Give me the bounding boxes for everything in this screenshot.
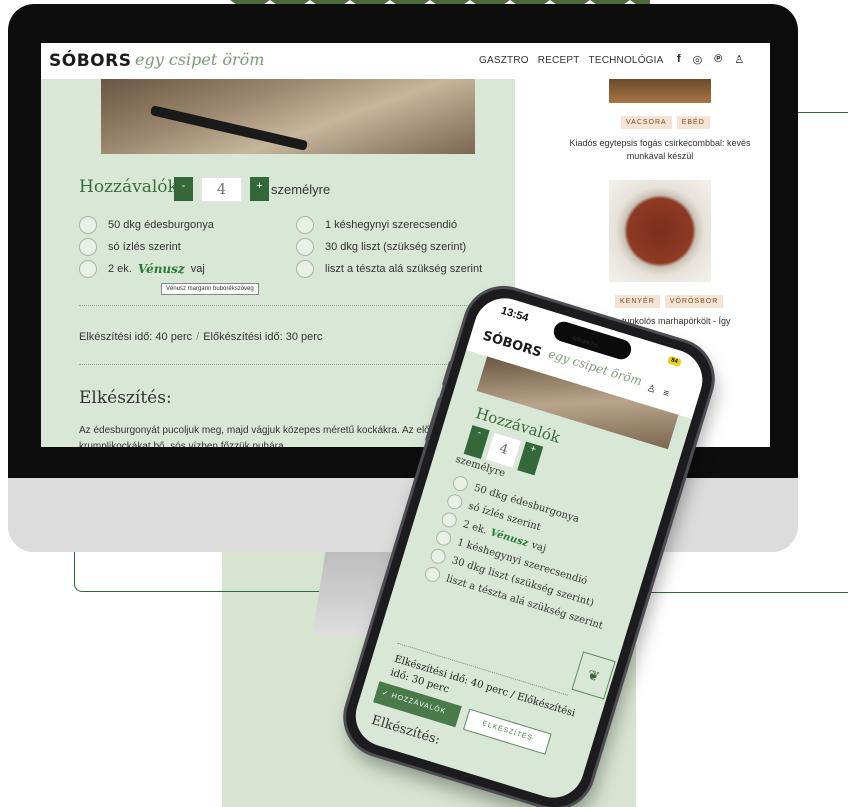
user-icon[interactable]: ♙ <box>645 383 657 396</box>
ingredient-item[interactable]: 50 dkg édesburgonya <box>79 216 214 234</box>
recommendation-title[interactable]: Kiadós egytepsis fogás csirkecombbal: ke… <box>560 137 760 163</box>
ingredient-label: 50 dkg édesburgonya <box>108 219 214 231</box>
facebook-icon[interactable]: f <box>677 53 681 66</box>
social-icons: f ◎ ℗ ♙ <box>677 53 744 66</box>
ingredient-checkbox[interactable] <box>296 260 314 278</box>
site-logo[interactable]: SÓBORS <box>49 51 131 71</box>
decorative-line <box>640 592 848 593</box>
broccoli-icon[interactable]: ❦ <box>571 651 616 700</box>
nav-link-technologia[interactable]: TECHNOLÓGIA <box>589 55 664 66</box>
tag[interactable]: KENYÉR <box>615 295 660 308</box>
user-icon[interactable]: ♙ <box>734 53 744 66</box>
ingredient-label: 30 dkg liszt (szükség szerint) <box>325 241 467 253</box>
ingredients-heading: Hozzávalók <box>79 177 178 197</box>
ingredient-label: 1 késhegynyi szerecsendió <box>325 219 458 231</box>
top-nav: SÓBORS egy csipet öröm GASZTRO RECEPT TE… <box>41 43 770 79</box>
ingredient-item[interactable]: 30 dkg liszt (szükség szerint) <box>296 238 466 256</box>
ingredient-label: liszt a tészta alá szükség szerint <box>325 263 483 275</box>
instagram-icon[interactable]: ◎ <box>693 53 703 66</box>
ingredient-checkbox[interactable] <box>296 216 314 234</box>
prep-time: Előkészítési idő: 30 perc <box>203 331 323 343</box>
nav-links: GASZTRO RECEPT TECHNOLÓGIA <box>479 55 664 66</box>
ingredient-amount: 2 ek. <box>461 518 489 537</box>
ingredient-label: vaj <box>190 263 205 275</box>
quantity-increment-button[interactable]: + <box>250 177 269 201</box>
ingredient-checkbox[interactable] <box>79 238 97 256</box>
ingredient-item[interactable]: 1 késhegynyi szerecsendió <box>296 216 457 234</box>
time-separator: / <box>196 331 200 343</box>
ingredient-label: só ízlés szerint <box>108 241 181 253</box>
ingredient-amount: 2 ek. <box>108 263 132 275</box>
recommendation-tags: VACSORA EBÉD <box>621 116 710 129</box>
ingredient-checkbox[interactable] <box>296 238 314 256</box>
tag[interactable]: VÖRÖSBOR <box>664 295 724 308</box>
pinterest-icon[interactable]: ℗ <box>714 53 722 66</box>
tag[interactable]: EBÉD <box>676 116 710 129</box>
recommendation-image[interactable] <box>609 79 711 103</box>
recipe-times: Elkészítési idő: 40 perc / Előkészítési id… <box>79 331 322 343</box>
divider <box>79 305 499 306</box>
tag[interactable]: VACSORA <box>621 116 672 129</box>
site-tagline: egy csipet öröm <box>135 50 265 69</box>
recommendation-tags: KENYÉR VÖRÖSBOR <box>615 295 724 308</box>
servings-label: személyre <box>271 182 331 197</box>
nav-link-recept[interactable]: RECEPT <box>538 55 580 66</box>
recommendation-image[interactable] <box>609 180 711 282</box>
preparation-heading: Elkészítés: <box>79 388 172 408</box>
venusz-brand-logo[interactable]: Vénusz <box>138 262 185 276</box>
ingredient-label: vaj <box>530 539 548 555</box>
ingredient-item[interactable]: liszt a tészta alá szükség szerint <box>296 260 482 278</box>
ingredient-checkbox[interactable] <box>79 260 97 278</box>
servings-input[interactable]: 4 <box>201 177 242 202</box>
quantity-decrement-button[interactable]: - <box>174 177 193 201</box>
ingredient-item[interactable]: 2 ek. Vénusz vaj <box>79 260 205 278</box>
decorative-line <box>790 112 848 113</box>
ingredient-item[interactable]: só ízlés szerint <box>79 238 181 256</box>
ingredient-checkbox[interactable] <box>428 546 448 566</box>
ingredient-checkbox[interactable] <box>439 510 459 530</box>
brand-tooltip: Vénusz margarin buborékszöveg <box>161 283 259 295</box>
ingredient-checkbox[interactable] <box>423 565 442 584</box>
nav-link-gasztro[interactable]: GASZTRO <box>479 55 529 66</box>
phone-quantity-increment-button[interactable]: + <box>517 441 544 476</box>
cook-time: Elkészítési idő: 40 perc <box>79 331 193 343</box>
divider <box>79 364 499 365</box>
ingredient-checkbox[interactable] <box>434 528 454 548</box>
ingredient-checkbox[interactable] <box>79 216 97 234</box>
ingredient-checkbox[interactable] <box>445 492 465 512</box>
ingredient-checkbox[interactable] <box>450 474 470 493</box>
